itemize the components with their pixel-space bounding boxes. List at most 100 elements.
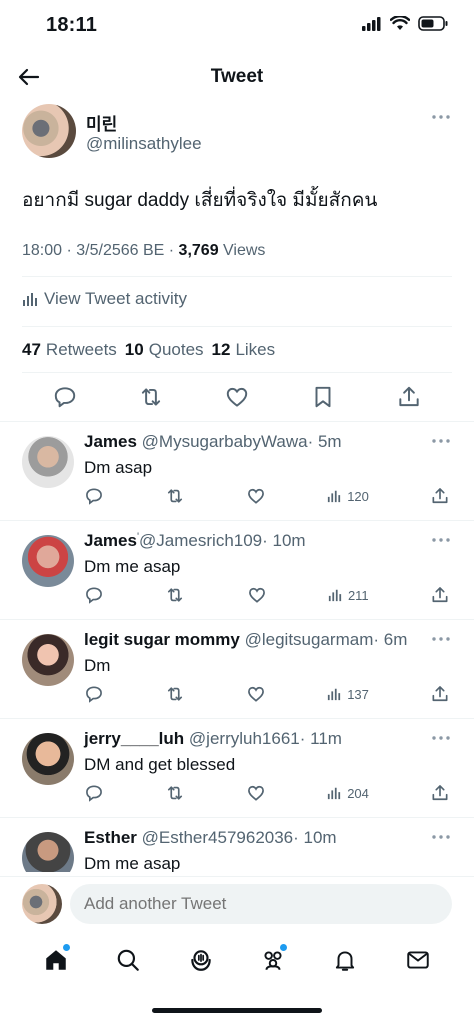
reply-author-handle[interactable]: @legitsugarmam: [245, 630, 374, 649]
reply-views-count: 137: [347, 686, 369, 702]
wifi-icon: [390, 16, 410, 30]
reply-views[interactable]: 211: [328, 588, 369, 603]
author-avatar[interactable]: [22, 104, 76, 158]
reply-views-count: 211: [347, 587, 369, 603]
reply-views[interactable]: 120: [327, 489, 369, 504]
tweet-text: อยากมี sugar daddy เสี่ยที่จริงใจ มีมั้ย…: [22, 190, 378, 211]
reply-text: Dm: [84, 656, 111, 675]
reply-header: legit sugar mommy @legitsugarmam· 6m: [84, 630, 407, 650]
reply-actions: 211: [84, 585, 450, 605]
reply-actions: 137: [84, 684, 450, 704]
reply-author-name[interactable]: Esther: [84, 828, 137, 847]
nav-spaces[interactable]: [181, 940, 221, 980]
status-icons: [362, 16, 448, 31]
likes-label: Likes: [235, 340, 276, 359]
quotes-label: Quotes: [148, 340, 204, 359]
reply-time: · 6m: [373, 630, 408, 649]
add-tweet-input[interactable]: [70, 884, 452, 924]
like-icon[interactable]: [246, 486, 266, 506]
author-name[interactable]: 미린: [86, 110, 117, 135]
like-icon[interactable]: [246, 783, 266, 803]
reply-avatar[interactable]: [22, 535, 74, 587]
reply-views-count: 120: [347, 488, 369, 504]
share-icon[interactable]: [430, 684, 450, 704]
reply-text: Dm asap: [84, 458, 153, 477]
view-tweet-activity[interactable]: View Tweet activity: [22, 289, 187, 309]
reply-more-button[interactable]: [432, 537, 450, 543]
share-icon[interactable]: [430, 585, 450, 605]
reply-avatar[interactable]: [22, 436, 74, 488]
nav-search[interactable]: [108, 940, 148, 980]
reply-icon[interactable]: [84, 684, 104, 704]
reply-views[interactable]: 137: [327, 687, 369, 702]
retweet-icon[interactable]: [138, 384, 164, 410]
retweet-icon[interactable]: [165, 684, 185, 704]
reply-more-button[interactable]: [432, 438, 450, 444]
reply-item[interactable]: legit sugar mommy @legitsugarmam· 6m Dm 13…: [0, 620, 474, 719]
reply-time: · 5m: [307, 432, 342, 451]
tweet-timestamp: 18:00 · 3/5/2566 BE · 3,769 Views: [22, 242, 265, 260]
tweet-actions: [22, 384, 452, 410]
views-icon: [328, 688, 341, 701]
reply-author-handle[interactable]: @Esther457962036: [142, 828, 293, 847]
reply-icon[interactable]: [84, 783, 104, 803]
reply-actions: 120: [84, 486, 450, 506]
reply-avatar[interactable]: [22, 733, 74, 785]
reply-item[interactable]: Esther @Esther457962036· 10m Dm me asap: [0, 818, 474, 872]
retweet-icon[interactable]: [165, 783, 185, 803]
more-icon: [432, 538, 450, 542]
reply-author-handle[interactable]: @MysugarbabyWawa: [142, 432, 308, 451]
retweets-label: Retweets: [45, 340, 117, 359]
views-icon: [328, 787, 341, 800]
views-label: Views: [218, 242, 266, 259]
reply-author-name[interactable]: James: [84, 432, 137, 451]
more-icon: [432, 439, 450, 443]
reply-icon[interactable]: [84, 486, 104, 506]
reply-icon[interactable]: [52, 384, 78, 410]
bookmark-icon[interactable]: [310, 384, 336, 410]
share-icon[interactable]: [396, 384, 422, 410]
page-title: Tweet: [210, 66, 264, 87]
nav-messages[interactable]: [398, 940, 438, 980]
reply-time: · 10m: [293, 828, 337, 847]
reply-views[interactable]: 204: [327, 786, 369, 801]
reply-text: Dm me asap: [84, 557, 181, 576]
like-icon[interactable]: [224, 384, 250, 410]
retweets-stat[interactable]: 47 Retweets: [22, 340, 117, 360]
reply-item[interactable]: jerry____luh @jerryluh1661· 11m DM and ge…: [0, 719, 474, 818]
like-icon[interactable]: [246, 684, 266, 704]
divider: [22, 276, 452, 277]
reply-avatar[interactable]: [22, 832, 74, 872]
quotes-stat[interactable]: 10 Quotes: [125, 340, 204, 360]
reply-views-count: 204: [347, 785, 369, 801]
share-icon[interactable]: [430, 486, 450, 506]
reply-more-button[interactable]: [432, 735, 450, 741]
reply-icon[interactable]: [84, 585, 104, 605]
views-icon: [328, 490, 341, 503]
home-indicator: [152, 1008, 322, 1013]
retweet-icon[interactable]: [165, 486, 185, 506]
author-handle[interactable]: @milinsathylee: [86, 134, 202, 154]
retweet-icon[interactable]: [165, 585, 185, 605]
reply-author-name[interactable]: jerry____luh: [84, 729, 184, 748]
tweet-more-button[interactable]: [432, 114, 450, 120]
reply-author-name[interactable]: legit sugar mommy: [84, 630, 240, 649]
reply-author-handle[interactable]: @jerryluh1661: [189, 729, 300, 748]
reply-actions: 204: [84, 783, 450, 803]
share-icon[interactable]: [430, 783, 450, 803]
nav-communities[interactable]: [253, 940, 293, 980]
reply-avatar[interactable]: [22, 634, 74, 686]
reply-more-button[interactable]: [432, 636, 450, 642]
like-icon[interactable]: [247, 585, 267, 605]
reply-more-button[interactable]: [432, 834, 450, 840]
tweet-stats: 47 Retweets 10 Quotes 12 Likes: [22, 340, 275, 360]
nav-notifications[interactable]: [325, 940, 365, 980]
nav-home[interactable]: [36, 940, 76, 980]
reply-author-handle[interactable]: @Jamesrich109: [139, 531, 262, 550]
reply-author-name[interactable]: James: [84, 531, 137, 550]
likes-stat[interactable]: 12 Likes: [212, 340, 276, 360]
reply-item[interactable]: James'@Jamesrich109· 10m Dm me asap 211: [0, 521, 474, 620]
more-icon: [432, 115, 450, 119]
reply-header: Esther @Esther457962036· 10m: [84, 828, 337, 848]
reply-item[interactable]: James @MysugarbabyWawa· 5m Dm asap 120: [0, 422, 474, 521]
